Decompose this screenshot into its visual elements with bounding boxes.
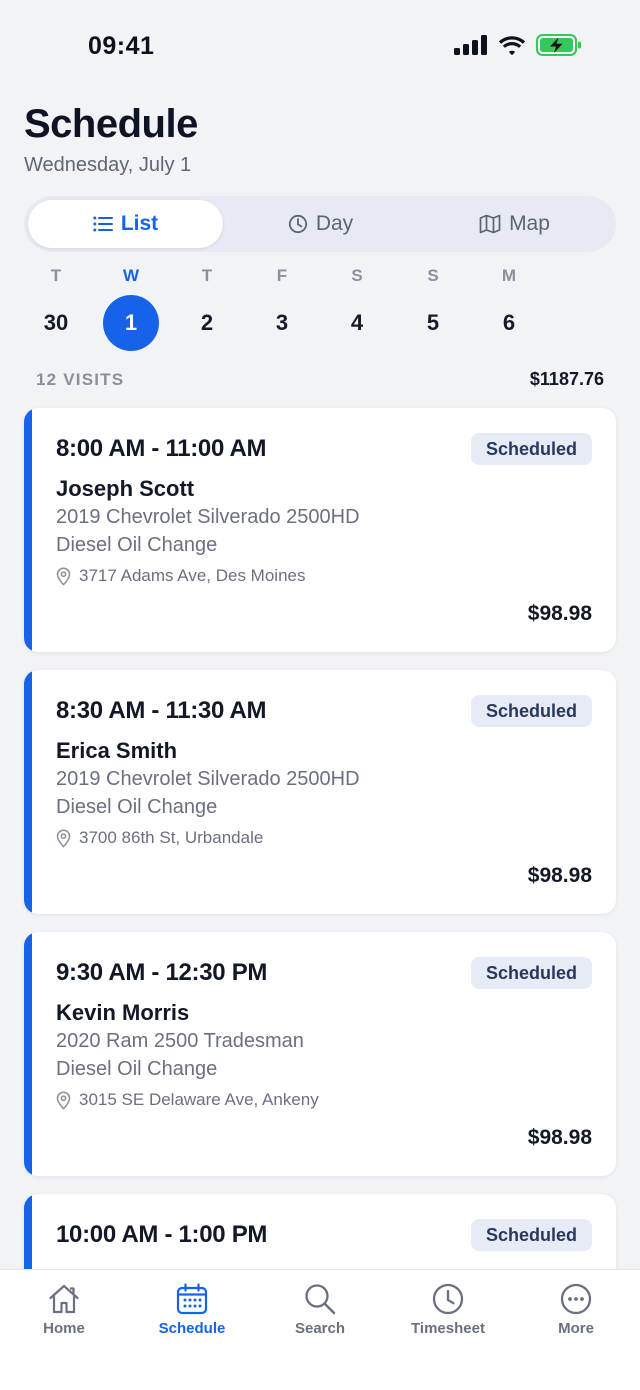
day-number: 5 [426,310,440,335]
visits-total: $1187.76 [529,369,604,389]
address-text: 3700 86th St, Urbandale [79,828,264,847]
day-number: 30 [43,310,69,335]
address: 3700 86th St, Urbandale [56,828,263,848]
clock-icon [432,1283,464,1315]
view-switcher: List Day Map [24,196,616,252]
battery-charging-icon [536,34,581,56]
tab-more[interactable]: More [512,1282,640,1352]
week-strip: T 30 W 1 T 2 F 3 S 4 S 5 M 6 [18,262,622,358]
tab-search-label: Search [294,1320,346,1337]
visit-price: $98.98 [527,602,592,625]
card-accent-bar [24,408,32,652]
clock-icon [288,214,307,234]
day-6[interactable]: M 6 [471,262,547,358]
service: Diesel Oil Change [56,534,218,556]
map-icon [479,214,501,234]
visit-card[interactable]: 9:30 AM - 12:30 PM Scheduled Kevin Morri… [24,932,616,1176]
vehicle: 2020 Ram 2500 Tradesman [56,1030,304,1052]
cellular-signal-icon [454,35,487,55]
location-pin-icon [56,566,71,586]
day-of-week: T [50,266,62,285]
day-number: 3 [275,310,289,335]
address-text: 3717 Adams Ave, Des Moines [79,566,306,585]
visit-card[interactable]: 8:30 AM - 11:30 AM Scheduled Erica Smith… [24,670,616,914]
card-accent-bar [24,670,32,914]
home-icon [49,1284,79,1314]
service: Diesel Oil Change [56,796,218,818]
visit-price: $98.98 [527,864,592,887]
list-icon [93,216,113,232]
tab-home-label: Home [43,1320,85,1337]
status-badge: Scheduled [470,957,592,989]
visit-time: 10:00 AM - 1:00 PM [56,1221,268,1248]
service: Diesel Oil Change [56,1058,218,1080]
visits-count: 12 VISITS [36,370,125,389]
more-icon [560,1283,592,1315]
day-30[interactable]: T 30 [18,262,94,358]
tab-home[interactable]: Home [0,1282,128,1352]
vehicle: 2019 Chevrolet Silverado 2500HD [56,768,360,790]
tab-timesheet[interactable]: Timesheet [384,1282,512,1352]
address-text: 3015 SE Delaware Ave, Ankeny [79,1090,319,1109]
day-3[interactable]: F 3 [244,262,320,358]
page-title: Schedule [24,102,198,146]
visit-time: 9:30 AM - 12:30 PM [56,959,268,986]
tab-map-label: Map [509,212,550,235]
day-5[interactable]: S 5 [395,262,471,358]
tab-search[interactable]: Search [256,1282,384,1352]
tab-schedule[interactable]: Schedule [128,1282,256,1352]
status-icons [454,34,582,56]
visit-card[interactable]: 8:00 AM - 11:00 AM Scheduled Joseph Scot… [24,408,616,652]
tab-map[interactable]: Map [417,200,612,248]
search-icon [305,1284,336,1315]
day-number: 2 [200,310,214,335]
location-pin-icon [56,1090,71,1110]
tab-timesheet-label: Timesheet [411,1320,485,1337]
status-badge: Scheduled [470,433,592,465]
day-of-week: S [351,266,363,285]
tab-schedule-label: Schedule [158,1320,226,1337]
customer-name: Joseph Scott [56,476,195,501]
day-number: 6 [502,310,516,335]
status-badge: Scheduled [470,1219,592,1251]
location-pin-icon [56,828,71,848]
vehicle: 2019 Chevrolet Silverado 2500HD [56,506,360,528]
status-badge: Scheduled [470,695,592,727]
day-of-week: M [501,266,517,285]
day-of-week: W [122,266,140,285]
schedule-screen: 09:41 Schedule Wednesday, July 1 List Da… [0,0,640,1390]
day-number: 1 [103,295,159,351]
page-subtitle: Wednesday, July 1 [24,154,192,176]
tab-day-label: Day [315,212,354,235]
day-1-selected[interactable]: W 1 [93,262,169,358]
visit-time: 8:30 AM - 11:30 AM [56,697,267,724]
status-bar: 09:41 [0,0,640,96]
customer-name: Kevin Morris [56,1000,190,1025]
status-time: 09:41 [88,32,155,60]
wifi-icon [498,35,526,55]
day-number: 4 [350,310,364,335]
card-accent-bar [24,932,32,1176]
address: 3717 Adams Ave, Des Moines [56,566,306,586]
day-2[interactable]: T 2 [169,262,245,358]
visit-price: $98.98 [527,1126,592,1149]
address: 3015 SE Delaware Ave, Ankeny [56,1090,319,1110]
customer-name: Erica Smith [56,738,178,763]
day-of-week: T [201,266,213,285]
tab-list-label: List [120,212,159,235]
tab-more-label: More [558,1320,594,1337]
day-4[interactable]: S 4 [319,262,395,358]
visit-time: 8:00 AM - 11:00 AM [56,435,267,462]
tab-day[interactable]: Day [223,200,418,248]
tab-bar: Home Schedule Search Timesheet More [0,1269,640,1390]
day-of-week: S [427,266,439,285]
day-of-week: F [276,266,288,285]
tab-list[interactable]: List [28,200,223,248]
calendar-icon [176,1283,208,1315]
